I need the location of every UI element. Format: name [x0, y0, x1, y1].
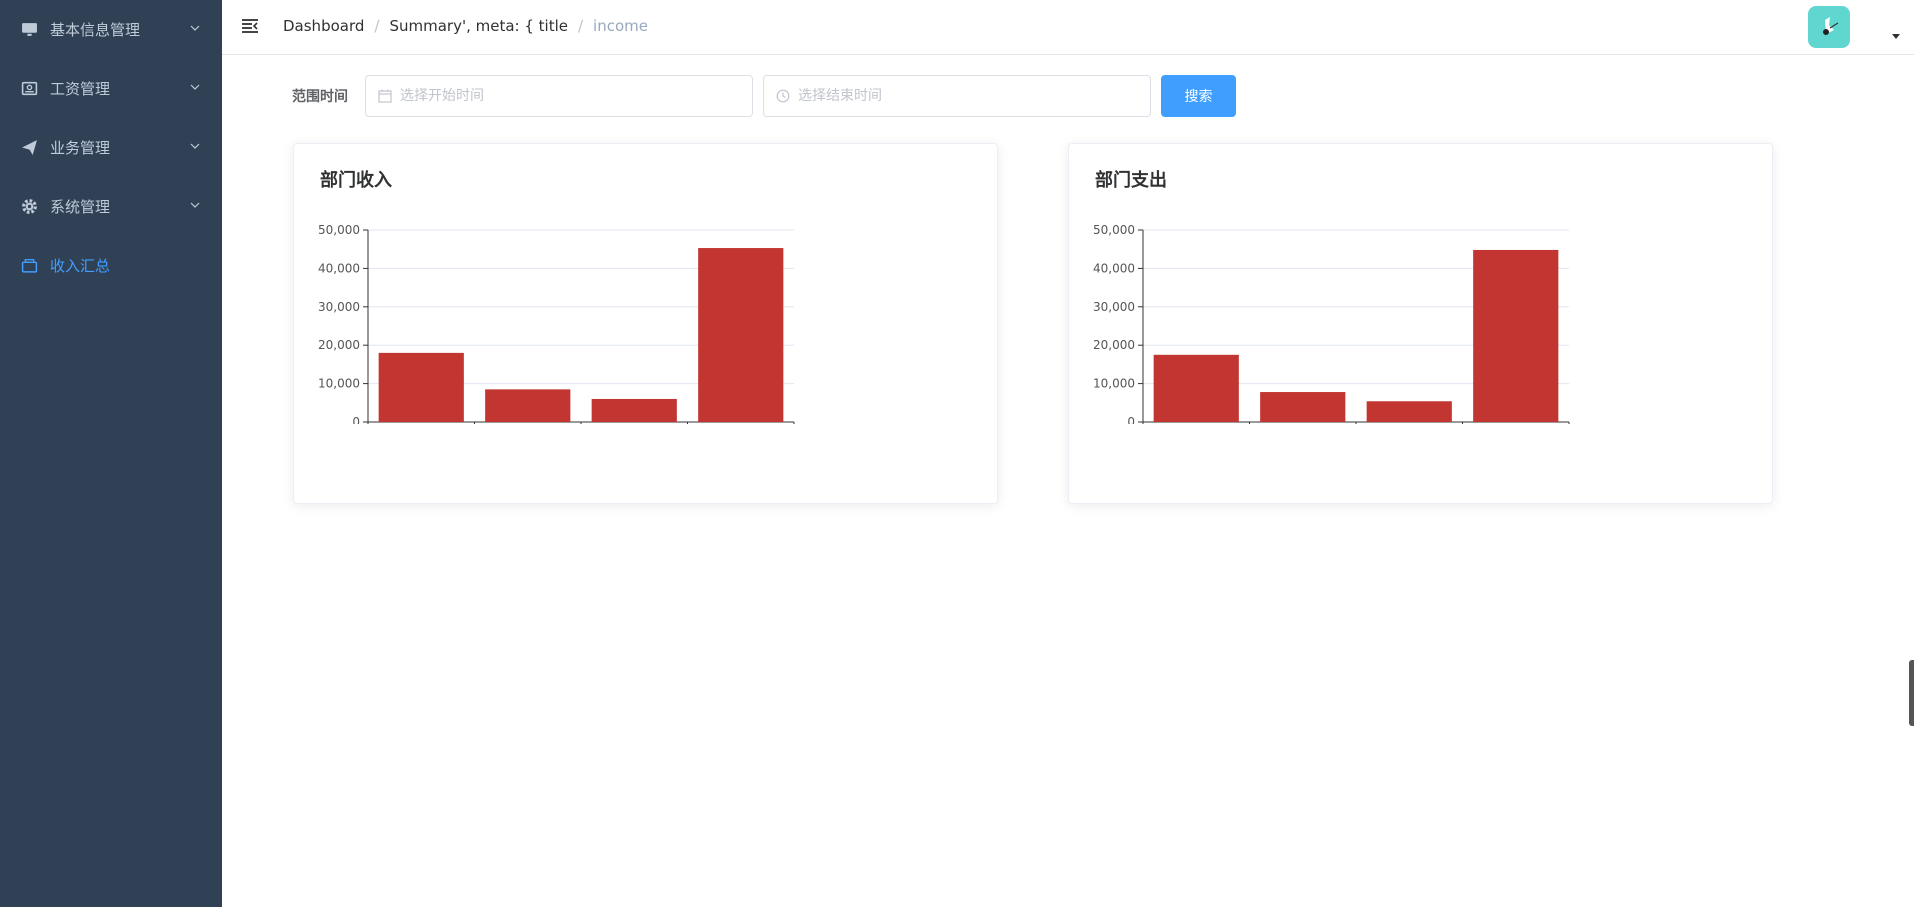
sidebar-item-basic-info[interactable]: 基本信息管理: [0, 0, 222, 59]
sidebar-item-salary[interactable]: 工资管理: [0, 59, 222, 118]
y-tick-label: 30,000: [318, 300, 360, 314]
end-date-picker[interactable]: [763, 75, 1151, 117]
income-chart-title: 部门收入: [320, 170, 392, 191]
breadcrumb-separator: /: [577, 17, 584, 35]
calendar-icon: [378, 89, 392, 103]
breadcrumb: Dashboard / Summary', meta: { title / in…: [283, 17, 648, 35]
bar-0: [378, 352, 464, 422]
y-tick-label: 40,000: [318, 261, 360, 275]
bar-2: [591, 398, 677, 422]
sidebar-item-system[interactable]: 系统管理: [0, 177, 222, 236]
expense-chart-card: 部门支出 010,00020,00030,00040,00050,000技术部销…: [1068, 143, 1773, 504]
avatar-image: [1823, 17, 1839, 35]
sidebar: 基本信息管理 工资管理 业务管理 系统管理 收入汇总: [0, 0, 222, 907]
start-date-picker[interactable]: [365, 75, 753, 117]
end-date-input[interactable]: [798, 88, 1138, 104]
clock-icon: [776, 89, 790, 103]
caret-down-icon[interactable]: [1892, 34, 1900, 39]
hamburger-icon[interactable]: [240, 16, 260, 36]
app: 基本信息管理 工资管理 业务管理 系统管理 收入汇总 Dashboard / S…: [0, 0, 1914, 907]
sidebar-item-label: 收入汇总: [50, 257, 111, 275]
paper-plane-icon: [20, 139, 38, 157]
y-tick-label: 50,000: [318, 223, 360, 237]
y-tick-label: 10,000: [318, 377, 360, 391]
chevron-down-icon: [190, 84, 200, 90]
breadcrumb-separator: /: [374, 17, 380, 35]
topbar: Dashboard / Summary', meta: { title / in…: [222, 0, 1914, 55]
y-tick-label: 0: [1127, 415, 1135, 424]
chevron-down-icon: [190, 25, 200, 31]
scrollbar-handle[interactable]: [1909, 660, 1914, 726]
sidebar-item-label: 工资管理: [50, 80, 111, 98]
avatar[interactable]: [1808, 6, 1850, 48]
y-tick-label: 20,000: [318, 338, 360, 352]
monitor-icon: [20, 21, 38, 39]
income-chart-card: 部门收入 010,00020,00030,00040,00050,000技术部销…: [293, 143, 998, 504]
breadcrumb-item-summary[interactable]: Summary', meta: { title: [389, 17, 568, 35]
gear-icon: [20, 198, 38, 216]
y-tick-label: 40,000: [1093, 261, 1135, 275]
y-tick-label: 0: [352, 415, 360, 424]
sidebar-item-label: 系统管理: [50, 198, 111, 216]
y-tick-label: 50,000: [1093, 223, 1135, 237]
expense-bar-chart: 010,00020,00030,00040,00050,000技术部销售部人事部…: [1093, 223, 1570, 424]
wallet-icon: [20, 80, 38, 98]
breadcrumb-item-income: income: [593, 17, 648, 35]
bar-3: [698, 248, 784, 422]
bar-0: [1153, 354, 1239, 422]
breadcrumb-item-dashboard[interactable]: Dashboard: [283, 17, 364, 35]
bar-1: [1260, 392, 1346, 422]
sidebar-item-business[interactable]: 业务管理: [0, 118, 222, 177]
chevron-down-icon: [190, 143, 200, 149]
sidebar-item-income-summary[interactable]: 收入汇总: [0, 236, 222, 295]
chevron-down-icon: [190, 202, 200, 208]
date-range-filter: 范围时间 搜索: [292, 75, 1236, 117]
bar-2: [1366, 401, 1452, 422]
income-bar-chart: 010,00020,00030,00040,00050,000技术部销售部人事部…: [318, 223, 795, 424]
sidebar-item-label: 基本信息管理: [50, 21, 141, 39]
sidebar-item-label: 业务管理: [50, 139, 111, 157]
expense-chart-title: 部门支出: [1095, 170, 1167, 191]
bar-1: [485, 389, 571, 422]
filter-label: 范围时间: [292, 89, 348, 105]
start-date-input[interactable]: [400, 88, 740, 104]
briefcase-icon: [20, 257, 38, 275]
y-tick-label: 30,000: [1093, 300, 1135, 314]
bar-3: [1473, 249, 1559, 422]
search-button[interactable]: 搜索: [1161, 75, 1236, 117]
y-tick-label: 20,000: [1093, 338, 1135, 352]
y-tick-label: 10,000: [1093, 377, 1135, 391]
